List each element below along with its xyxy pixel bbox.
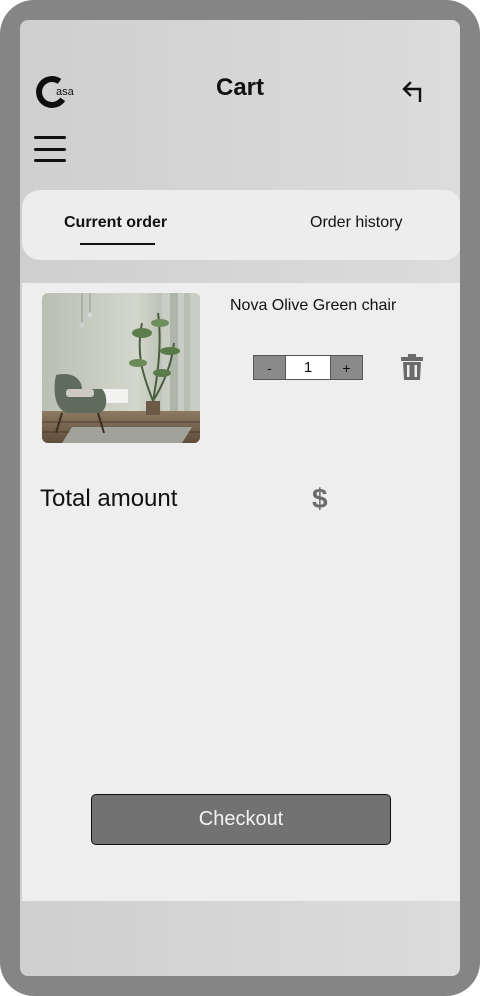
app-screen: asa Cart Current order Order history Nov… bbox=[20, 20, 460, 976]
order-tabs: Current order Order history bbox=[22, 190, 460, 260]
decrement-button[interactable]: - bbox=[254, 356, 285, 379]
active-tab-indicator bbox=[80, 243, 155, 245]
total-amount-value: $ bbox=[312, 483, 328, 514]
increment-button[interactable]: + bbox=[331, 356, 362, 379]
quantity-stepper: - 1 + bbox=[253, 355, 363, 380]
cart-panel: Nova Olive Green chair - 1 + Total amoun… bbox=[22, 283, 460, 901]
tab-order-history[interactable]: Order history bbox=[310, 214, 402, 232]
page-title: Cart bbox=[215, 74, 264, 101]
tab-current-order[interactable]: Current order bbox=[64, 214, 167, 232]
product-image[interactable] bbox=[42, 293, 200, 443]
total-amount-label: Total amount bbox=[40, 485, 178, 512]
trash-icon[interactable] bbox=[400, 353, 424, 381]
return-arrow-icon[interactable] bbox=[400, 80, 426, 106]
product-name: Nova Olive Green chair bbox=[230, 297, 397, 314]
checkout-button[interactable]: Checkout bbox=[91, 794, 391, 845]
phone-frame: asa Cart Current order Order history Nov… bbox=[0, 0, 480, 996]
hamburger-menu-icon[interactable] bbox=[34, 136, 66, 162]
quantity-value[interactable]: 1 bbox=[285, 356, 331, 379]
